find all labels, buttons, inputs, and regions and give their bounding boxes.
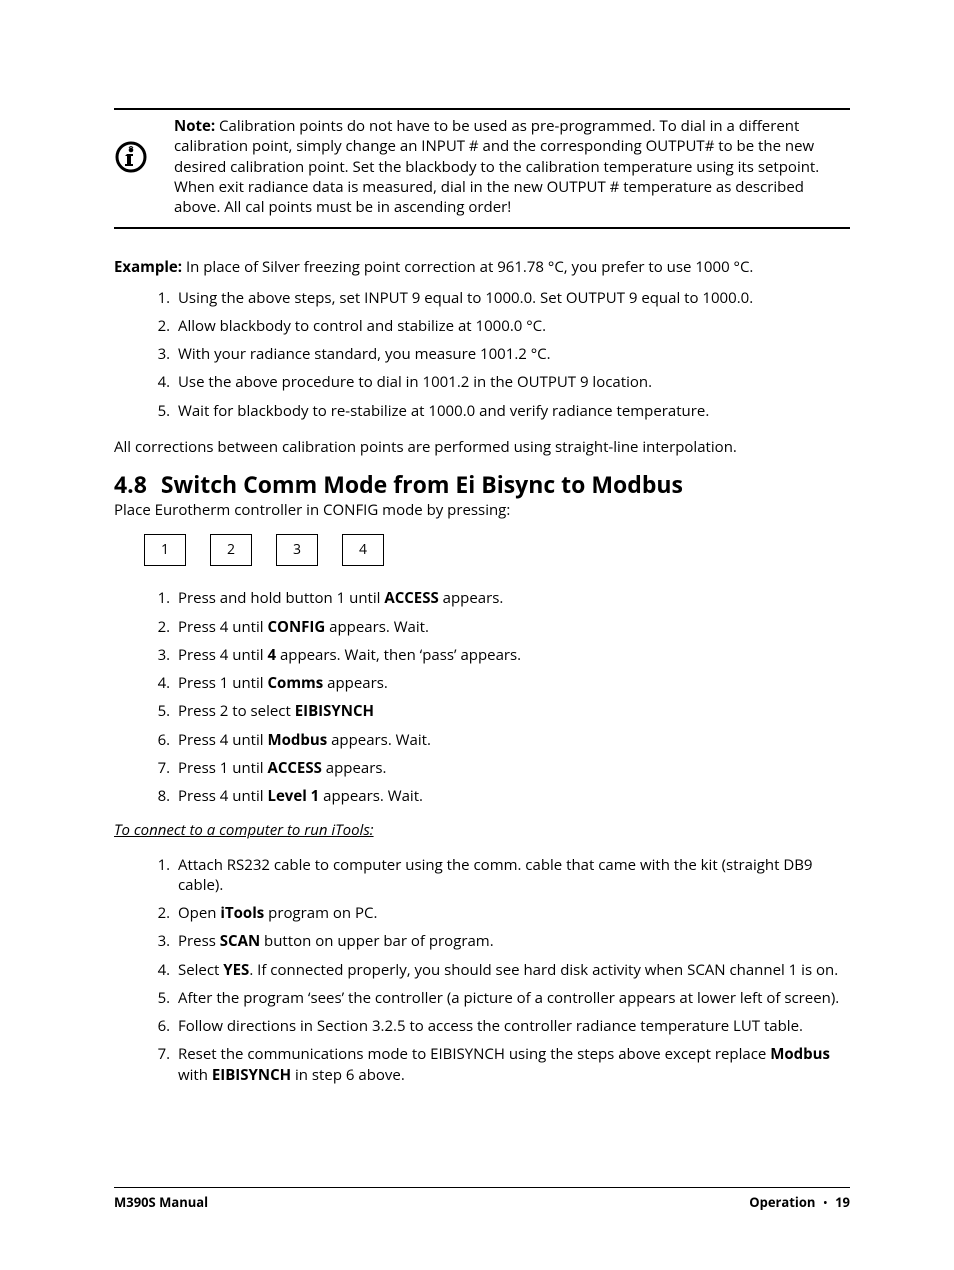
note-block: Note: Calibration points do not have to …: [114, 108, 850, 229]
itools-subhead: To connect to a computer to run iTools:: [114, 820, 850, 840]
list-item: Follow directions in Section 3.2.5 to ac…: [174, 1016, 850, 1036]
list-item: Press 2 to select EIBISYNCH: [174, 701, 850, 721]
section-heading: 4.8 Switch Comm Mode from Ei Bisync to Mo…: [114, 469, 850, 500]
list-item: With your radiance standard, you measure…: [174, 344, 850, 364]
section-intro: Place Eurotherm controller in CONFIG mod…: [114, 500, 850, 520]
note-text: Note: Calibration points do not have to …: [174, 116, 850, 217]
itools-steps: Attach RS232 cable to computer using the…: [114, 855, 850, 1085]
list-item: Press and hold button 1 until ACCESS app…: [174, 588, 850, 608]
list-item: Open iTools program on PC.: [174, 903, 850, 923]
list-item: Use the above procedure to dial in 1001.…: [174, 372, 850, 392]
button-box-1: 1: [144, 534, 186, 566]
section-title: Switch Comm Mode from Ei Bisync to Modbu…: [161, 468, 683, 500]
footer-right: Operation • 19: [749, 1194, 850, 1212]
footer-left: M390S Manual: [114, 1194, 208, 1212]
list-item: Reset the communications mode to EIBISYN…: [174, 1044, 850, 1085]
note-label: Note:: [174, 116, 215, 136]
info-icon: [114, 116, 174, 174]
section-number: 4.8: [114, 468, 147, 500]
list-item: Allow blackbody to control and stabilize…: [174, 316, 850, 336]
interpolation-note: All corrections between calibration poin…: [114, 437, 850, 457]
button-box-3: 3: [276, 534, 318, 566]
button-row: 1 2 3 4: [144, 534, 850, 566]
list-item: Press 4 until Level 1 appears. Wait.: [174, 786, 850, 806]
list-item: Using the above steps, set INPUT 9 equal…: [174, 288, 850, 308]
example-steps: Using the above steps, set INPUT 9 equal…: [114, 288, 850, 421]
list-item: Press 4 until 4 appears. Wait, then ‘pas…: [174, 645, 850, 665]
list-item: Press SCAN button on upper bar of progra…: [174, 931, 850, 951]
list-item: Press 4 until Modbus appears. Wait.: [174, 730, 850, 750]
list-item: Press 4 until CONFIG appears. Wait.: [174, 617, 850, 637]
button-box-2: 2: [210, 534, 252, 566]
page-footer: M390S Manual Operation • 19: [114, 1187, 850, 1212]
example-body: In place of Silver freezing point correc…: [182, 257, 753, 277]
list-item: Attach RS232 cable to computer using the…: [174, 855, 850, 896]
example-line: Example: In place of Silver freezing poi…: [114, 257, 850, 277]
example-label: Example:: [114, 257, 182, 277]
config-steps: Press and hold button 1 until ACCESS app…: [114, 588, 850, 806]
button-box-4: 4: [342, 534, 384, 566]
list-item: Select YES. If connected properly, you s…: [174, 960, 850, 980]
list-item: After the program ‘sees’ the controller …: [174, 988, 850, 1008]
list-item: Wait for blackbody to re-stabilize at 10…: [174, 401, 850, 421]
list-item: Press 1 until ACCESS appears.: [174, 758, 850, 778]
list-item: Press 1 until Comms appears.: [174, 673, 850, 693]
note-body: Calibration points do not have to be use…: [174, 116, 819, 217]
